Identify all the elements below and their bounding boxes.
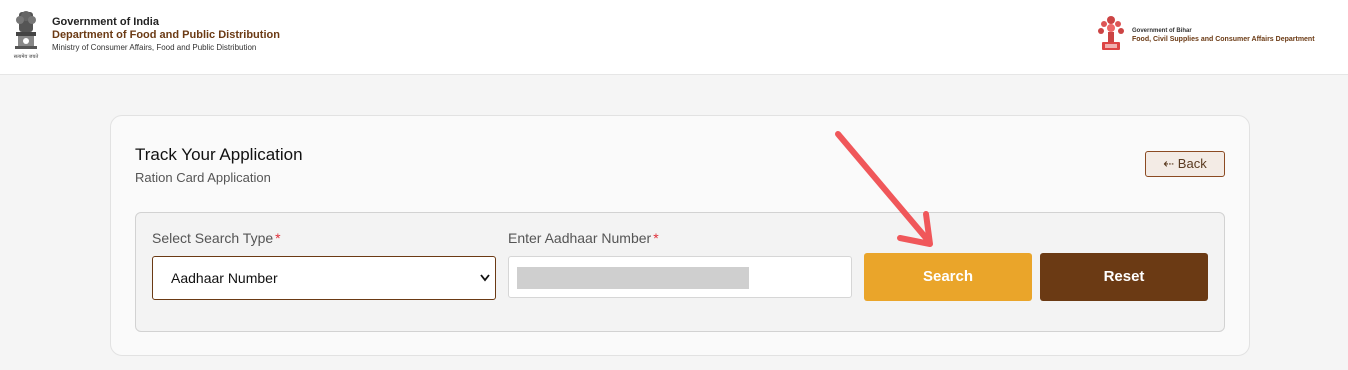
aadhaar-label-text: Enter Aadhaar Number (508, 230, 652, 246)
gov-india-title: Government of India (52, 16, 159, 28)
back-button[interactable]: ⇠ Back (1145, 151, 1225, 177)
aadhaar-label: Enter Aadhaar Number * (508, 230, 659, 246)
svg-text:सत्यमेव जयते: सत्यमेव जयते (14, 53, 39, 60)
search-button[interactable]: Search (864, 253, 1032, 301)
aadhaar-redacted-value (517, 267, 749, 289)
india-emblem-icon: सत्यमेव जयते (14, 11, 39, 60)
search-type-label: Select Search Type * (152, 230, 281, 246)
search-type-value: Aadhaar Number (171, 270, 278, 286)
chevron-down-icon (480, 274, 490, 282)
page-title: Track Your Application (135, 145, 303, 164)
department-title: Department of Food and Public Distributi… (52, 29, 280, 41)
search-form: Select Search Type * Enter Aadhaar Number… (135, 212, 1225, 332)
gov-bihar-title: Government of Bihar (1132, 28, 1192, 34)
page-subtitle: Ration Card Application (135, 170, 271, 185)
track-application-card: Track Your Application Ration Card Appli… (110, 115, 1250, 356)
reset-button[interactable]: Reset (1040, 253, 1208, 301)
arrow-pointer-icon (835, 131, 933, 247)
aadhaar-input[interactable] (508, 256, 852, 298)
search-type-select[interactable]: Aadhaar Number (152, 256, 496, 300)
bihar-department-title: Food, Civil Supplies and Consumer Affair… (1132, 36, 1315, 43)
required-mark: * (653, 230, 659, 246)
ministry-title: Ministry of Consumer Affairs, Food and P… (52, 43, 257, 52)
required-mark: * (275, 230, 281, 246)
page-header: सत्यमेव जयते Government of India Departm… (0, 0, 1348, 75)
bihar-seal-icon (1098, 16, 1124, 50)
search-type-label-text: Select Search Type (152, 230, 274, 246)
